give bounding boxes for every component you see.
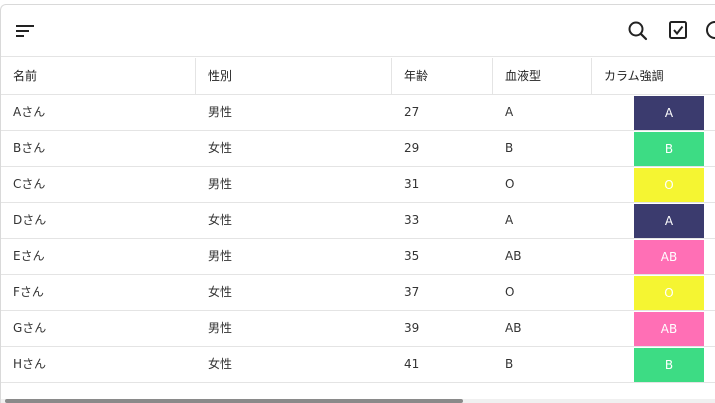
cell-name: Cさん xyxy=(13,177,46,191)
table-row[interactable]: Fさん 女性 37 O O xyxy=(1,275,715,311)
table-row[interactable]: Hさん 女性 41 B B xyxy=(1,347,715,383)
scrollbar-thumb[interactable] xyxy=(5,399,463,403)
column-header-highlight[interactable]: カラム強調 xyxy=(592,58,715,95)
cell-blood-type: B xyxy=(505,141,514,155)
highlight-badge: AB xyxy=(634,240,704,274)
cell-name: Bさん xyxy=(13,141,46,155)
cell-blood-type: O xyxy=(505,285,515,299)
cell-gender: 男性 xyxy=(208,177,233,191)
search-icon[interactable] xyxy=(624,17,652,45)
grid-toolbar xyxy=(1,5,715,57)
circle-icon[interactable] xyxy=(701,17,715,45)
cell-gender: 男性 xyxy=(208,249,233,263)
highlight-badge: O xyxy=(634,276,704,310)
highlight-badge: O xyxy=(634,168,704,202)
sort-lines-icon[interactable] xyxy=(11,17,39,45)
cell-name: Fさん xyxy=(13,285,44,299)
table-row[interactable]: Eさん 男性 35 AB AB xyxy=(1,239,715,275)
cell-age: 39 xyxy=(404,321,420,335)
table-row[interactable]: Gさん 男性 39 AB AB xyxy=(1,311,715,347)
table-row[interactable]: Dさん 女性 33 A A xyxy=(1,203,715,239)
cell-age: 27 xyxy=(404,105,420,119)
cell-gender: 男性 xyxy=(208,321,233,335)
column-header-blood-type[interactable]: 血液型 xyxy=(493,58,592,95)
highlight-badge: B xyxy=(634,348,704,382)
cell-blood-type: B xyxy=(505,357,514,371)
checkbox-icon[interactable] xyxy=(664,17,692,45)
cell-name: Eさん xyxy=(13,249,45,263)
cell-blood-type: A xyxy=(505,213,514,227)
horizontal-scrollbar[interactable] xyxy=(1,399,715,403)
column-header-name[interactable]: 名前 xyxy=(1,58,196,95)
highlight-badge: A xyxy=(634,204,704,238)
cell-age: 35 xyxy=(404,249,420,263)
cell-blood-type: O xyxy=(505,177,515,191)
cell-age: 41 xyxy=(404,357,420,371)
cell-gender: 女性 xyxy=(208,357,233,371)
cell-gender: 女性 xyxy=(208,141,233,155)
cell-gender: 女性 xyxy=(208,285,233,299)
cell-blood-type: A xyxy=(505,105,514,119)
table-row[interactable]: Bさん 女性 29 B B xyxy=(1,131,715,167)
table-row[interactable]: Cさん 男性 31 O O xyxy=(1,167,715,203)
cell-age: 37 xyxy=(404,285,420,299)
highlight-badge: B xyxy=(634,132,704,166)
cell-blood-type: AB xyxy=(505,249,522,263)
data-grid: 名前 性別 年齢 血液型 カラム強調 Aさん 男性 27 A A Bさん 女性 29 B B Cさん… xyxy=(0,4,715,403)
highlight-badge: A xyxy=(634,96,704,130)
table-row[interactable]: Aさん 男性 27 A A xyxy=(1,95,715,131)
cell-name: Dさん xyxy=(13,213,47,227)
table-header: 名前 性別 年齢 血液型 カラム強調 xyxy=(1,58,715,95)
column-header-age[interactable]: 年齢 xyxy=(392,58,493,95)
cell-gender: 女性 xyxy=(208,213,233,227)
cell-age: 31 xyxy=(404,177,420,191)
highlight-badge: AB xyxy=(634,312,704,346)
cell-name: Gさん xyxy=(13,321,47,335)
cell-name: Hさん xyxy=(13,357,47,371)
cell-age: 33 xyxy=(404,213,420,227)
column-header-gender[interactable]: 性別 xyxy=(196,58,392,95)
cell-gender: 男性 xyxy=(208,105,233,119)
cell-age: 29 xyxy=(404,141,420,155)
cell-name: Aさん xyxy=(13,105,46,119)
cell-blood-type: AB xyxy=(505,321,522,335)
